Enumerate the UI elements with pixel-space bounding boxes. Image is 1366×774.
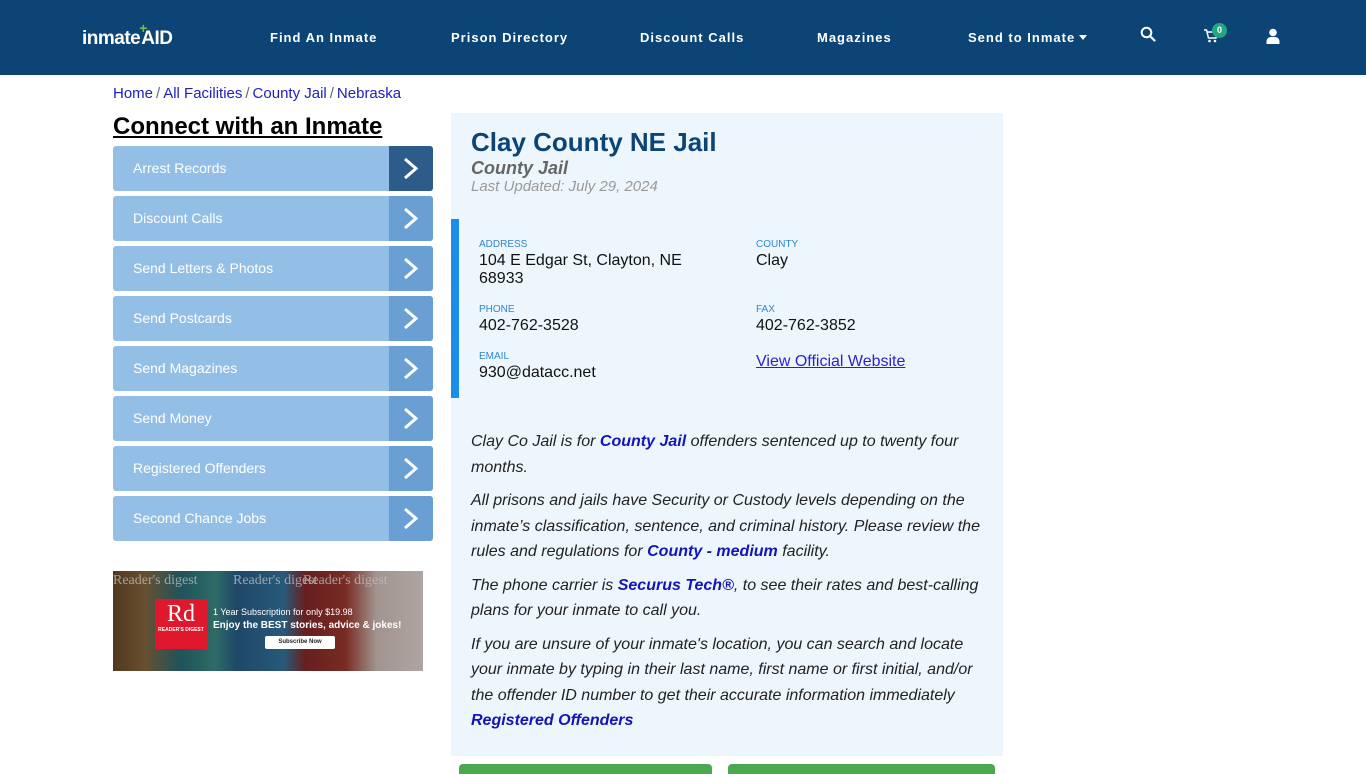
phone-label: PHONE [479, 304, 515, 315]
email-value[interactable]: 930@datacc.net [479, 364, 596, 382]
address-field: ADDRESS 104 E Edgar St, Clayton, NE 6893… [479, 239, 719, 288]
sidebar-item-label: Send Letters & Photos [133, 260, 274, 276]
sidebar-item-label: Send Postcards [133, 310, 232, 326]
green-action-button-right[interactable] [728, 764, 995, 774]
chevron-right-icon [404, 207, 419, 230]
sidebar-item-label: Send Magazines [133, 360, 238, 376]
fax-field: FAX 402-762-3852 [756, 304, 856, 335]
chevron-right-icon [404, 257, 419, 280]
breadcrumb-separator: / [329, 85, 334, 102]
last-updated: Last Updated: July 29, 2024 [471, 178, 658, 195]
caret-down-icon [1079, 35, 1088, 40]
green-action-button-left[interactable] [459, 764, 712, 774]
registered-offenders-link[interactable]: Registered Offenders [471, 712, 633, 729]
logo-text: inmate [82, 28, 141, 49]
sidebar-item-send-postcards[interactable]: Send Postcards [113, 296, 433, 341]
sidebar-item-label: Registered Offenders [133, 460, 266, 476]
description-paragraph: Clay Co Jail is for County Jail offender… [471, 433, 959, 476]
breadcrumb-county-jail[interactable]: County Jail [253, 85, 327, 102]
search-icon [1140, 26, 1156, 42]
breadcrumb-home[interactable]: Home [113, 85, 153, 102]
sidebar-item-second-chance-jobs[interactable]: Second Chance Jobs [113, 496, 433, 541]
phone-value[interactable]: 402-762-3528 [479, 317, 579, 335]
arrow-box [389, 246, 433, 291]
phone-field: PHONE 402-762-3528 [479, 304, 579, 335]
arrow-box [389, 396, 433, 441]
chevron-right-icon [404, 157, 419, 180]
sidebar-item-send-money[interactable]: Send Money [113, 396, 433, 441]
breadcrumb: Home / All Facilities / County Jail / Nebraska [113, 85, 401, 102]
email-label: EMAIL [479, 351, 510, 362]
facility-type: County Jail [471, 158, 569, 178]
account-button[interactable] [1266, 28, 1286, 48]
logo-rd: Rd [166, 601, 195, 627]
top-navigation-bar: inmate + AID Find An Inmate Prison Direct… [0, 0, 1366, 75]
nav-prison-directory[interactable]: Prison Directory [451, 30, 568, 45]
description-paragraph: If you are unsure of your inmate's locat… [471, 635, 973, 730]
chevron-right-icon [404, 507, 419, 530]
nav-send-to-inmate[interactable]: Send to Inmate [968, 30, 1088, 45]
sidebar-item-send-magazines[interactable]: Send Magazines [113, 346, 433, 391]
nav-discount-calls[interactable]: Discount Calls [640, 30, 744, 45]
sidebar-item-label: Second Chance Jobs [133, 510, 267, 526]
chevron-right-icon [404, 357, 419, 380]
facility-description: Clay Co Jail is for County Jail offender… [471, 429, 986, 742]
description-paragraph: The phone carrier is Securus Tech®, to s… [471, 576, 979, 620]
arrow-box [389, 296, 433, 341]
contact-info-box: ADDRESS 104 E Edgar St, Clayton, NE 6893… [451, 219, 1003, 398]
chevron-right-icon [404, 407, 419, 430]
chevron-right-icon [404, 307, 419, 330]
description-paragraph: All prisons and jails have Security or C… [471, 492, 980, 560]
security-level-link[interactable]: County - medium [647, 543, 778, 560]
view-official-website-link[interactable]: View Official Website [756, 353, 905, 371]
sidebar-menu: Arrest Records Discount Calls Send Lette… [113, 146, 433, 546]
nav-find-an-inmate[interactable]: Find An Inmate [270, 30, 377, 45]
sidebar-item-label: Discount Calls [133, 210, 223, 226]
ad-tagline: Enjoy the BEST stories, advice & jokes! [213, 620, 402, 631]
logo-brand-name: READER'S DIGEST [158, 627, 204, 633]
phone-carrier-link[interactable]: Securus Tech® [618, 577, 734, 594]
email-field: EMAIL 930@datacc.net [479, 351, 596, 382]
nav-magazines[interactable]: Magazines [817, 30, 892, 45]
breadcrumb-all-facilities[interactable]: All Facilities [163, 85, 242, 102]
arrow-box [389, 446, 433, 491]
county-jail-link[interactable]: County Jail [600, 433, 686, 450]
facility-name: Clay County NE Jail [471, 127, 717, 157]
breadcrumb-nebraska[interactable]: Nebraska [337, 85, 401, 102]
chevron-right-icon [404, 457, 419, 480]
website-field: View Official Website [756, 351, 905, 371]
address-value: 104 E Edgar St, Clayton, NE 68933 [479, 252, 682, 287]
county-value: Clay [756, 252, 789, 269]
user-icon [1266, 28, 1280, 44]
address-label: ADDRESS [479, 239, 528, 250]
readers-digest-logo: Rd READER'S DIGEST [155, 599, 207, 649]
ad-offer-text: 1 Year Subscription for only $19.98 [213, 607, 353, 617]
sidebar-item-label: Send Money [133, 410, 212, 426]
county-field: COUNTY Clay [756, 239, 798, 270]
breadcrumb-separator: / [245, 85, 250, 102]
cart-count-badge: 0 [1212, 23, 1227, 38]
search-button[interactable] [1140, 26, 1160, 46]
sidebar-item-registered-offenders[interactable]: Registered Offenders [113, 446, 433, 491]
arrow-box [389, 146, 433, 191]
logo-accent: + AID [139, 20, 173, 49]
fax-value: 402-762-3852 [756, 317, 856, 334]
fax-label: FAX [756, 304, 775, 315]
subscribe-now-button[interactable]: Subscribe Now [265, 636, 335, 649]
sidebar-item-discount-calls[interactable]: Discount Calls [113, 196, 433, 241]
readers-digest-ad-banner[interactable]: Reader's digest Reader's digest Reader's… [113, 571, 423, 671]
facility-panel: Clay County NE Jail County Jail Last Upd… [451, 113, 1003, 756]
sidebar-item-send-letters-photos[interactable]: Send Letters & Photos [113, 246, 433, 291]
nav-send-to-inmate-label: Send to Inmate [968, 30, 1076, 45]
site-logo[interactable]: inmate + AID [82, 20, 173, 50]
sidebar-title: Connect with an Inmate [113, 113, 383, 140]
arrow-box [389, 346, 433, 391]
arrow-box [389, 496, 433, 541]
sidebar-item-label: Arrest Records [133, 160, 227, 176]
sidebar-item-arrest-records[interactable]: Arrest Records [113, 146, 433, 191]
county-label: COUNTY [756, 239, 799, 250]
breadcrumb-separator: / [156, 85, 161, 102]
logo-plus-icon: + [139, 20, 147, 36]
arrow-box [389, 196, 433, 241]
